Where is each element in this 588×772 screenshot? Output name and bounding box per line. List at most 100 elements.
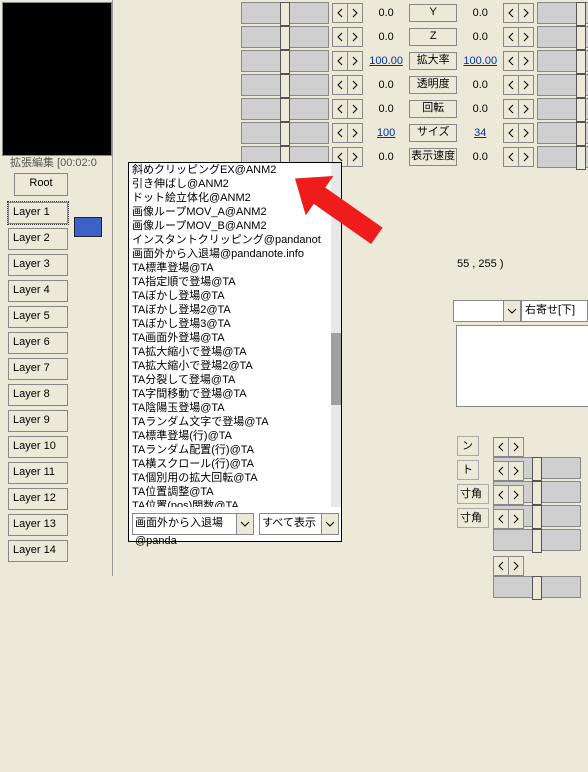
effect-dropdown-popup[interactable]: 斜めクリッピングEX@ANM2引き伸ばし@ANM2ドット絵立体化@ANM2画像ル…: [128, 162, 342, 542]
param-label[interactable]: サイズ: [409, 124, 457, 142]
layer-button-4[interactable]: Layer 4: [8, 280, 68, 302]
popup-item[interactable]: 引き伸ばし@ANM2: [129, 177, 331, 191]
arrow-right-icon[interactable]: [518, 147, 534, 167]
arrow-right-icon[interactable]: [508, 437, 524, 457]
param-label[interactable]: 透明度: [409, 76, 457, 94]
chevron-down-icon[interactable]: [503, 301, 520, 321]
combo-unknown[interactable]: [453, 300, 521, 322]
layer-button-12[interactable]: Layer 12: [8, 488, 68, 510]
popup-item[interactable]: ドット絵立体化@ANM2: [129, 191, 331, 205]
slider-left[interactable]: [241, 98, 329, 120]
slider-right[interactable]: [537, 146, 588, 168]
slider-right[interactable]: [537, 2, 588, 24]
value-right[interactable]: 0.0: [460, 7, 500, 20]
arrow-left-icon[interactable]: [332, 99, 348, 119]
popup-item[interactable]: TAランダム文字で登場@TA: [129, 415, 331, 429]
value-left[interactable]: 0.0: [366, 79, 406, 92]
param-label[interactable]: 拡大率: [409, 52, 457, 70]
arrow-right-icon[interactable]: [347, 27, 363, 47]
slider-left[interactable]: [241, 50, 329, 72]
layer-button-2[interactable]: Layer 2: [8, 228, 68, 250]
arrow-right-icon[interactable]: [518, 51, 534, 71]
popup-item[interactable]: TA拡大縮小で登場2@TA: [129, 359, 331, 373]
btn-small-1[interactable]: ン: [457, 436, 479, 456]
arrow-left-icon[interactable]: [332, 51, 348, 71]
btn-kaku-2[interactable]: 寸角: [457, 508, 489, 528]
text-area[interactable]: [456, 325, 588, 407]
popup-item[interactable]: TA字間移動で登場@TA: [129, 387, 331, 401]
popup-item[interactable]: TA分裂して登場@TA: [129, 373, 331, 387]
value-left[interactable]: 0.0: [366, 31, 406, 44]
param-label[interactable]: 回転: [409, 100, 457, 118]
value-right[interactable]: 0.0: [460, 103, 500, 116]
layer-button-1[interactable]: Layer 1: [8, 202, 68, 224]
arrow-left-icon[interactable]: [503, 3, 519, 23]
btn-kaku-1[interactable]: 寸角: [457, 484, 489, 504]
value-left[interactable]: 0.0: [366, 151, 406, 164]
layer-button-13[interactable]: Layer 13: [8, 514, 68, 536]
arrow-left-icon[interactable]: [503, 147, 519, 167]
root-button[interactable]: Root: [14, 173, 68, 196]
layer-button-14[interactable]: Layer 14: [8, 540, 68, 562]
chevron-down-icon[interactable]: [236, 514, 253, 534]
slider-left[interactable]: [241, 74, 329, 96]
layer-button-8[interactable]: Layer 8: [8, 384, 68, 406]
value-right[interactable]: 100.00: [460, 55, 500, 68]
slider-left[interactable]: [241, 122, 329, 144]
arrow-left-icon[interactable]: [493, 437, 509, 457]
arrow-right-icon[interactable]: [518, 3, 534, 23]
arrow-left-icon[interactable]: [503, 123, 519, 143]
arrow-left-icon[interactable]: [332, 27, 348, 47]
value-right[interactable]: 0.0: [460, 151, 500, 164]
arrow-right-icon[interactable]: [347, 123, 363, 143]
slider-right[interactable]: [537, 74, 588, 96]
arrow-left-icon[interactable]: [503, 75, 519, 95]
popup-item[interactable]: TAぼかし登場3@TA: [129, 317, 331, 331]
arrow-right-icon[interactable]: [347, 3, 363, 23]
popup-item[interactable]: インスタントクリッピング@pandanot: [129, 233, 331, 247]
arrow-right-icon[interactable]: [347, 75, 363, 95]
effect-combo-filter[interactable]: すべて表示: [259, 513, 339, 535]
param-label[interactable]: Z: [409, 28, 457, 46]
effect-combo-current[interactable]: 画面外から入退場@panda: [132, 513, 254, 535]
arrow-right-icon[interactable]: [347, 147, 363, 167]
popup-item[interactable]: TA個別用の拡大回転@TA: [129, 471, 331, 485]
popup-scrollbar[interactable]: [331, 163, 341, 507]
layer-button-9[interactable]: Layer 9: [8, 410, 68, 432]
arrow-right-icon[interactable]: [347, 99, 363, 119]
value-left[interactable]: 0.0: [366, 7, 406, 20]
value-right[interactable]: 0.0: [460, 79, 500, 92]
value-left[interactable]: 0.0: [366, 103, 406, 116]
popup-item[interactable]: 画像ループMOV_A@ANM2: [129, 205, 331, 219]
arrow-right-icon[interactable]: [518, 27, 534, 47]
popup-item[interactable]: TAぼかし登場@TA: [129, 289, 331, 303]
arrow-right-icon[interactable]: [518, 123, 534, 143]
arrow-left-icon[interactable]: [332, 123, 348, 143]
popup-item[interactable]: TA陰陽玉登場@TA: [129, 401, 331, 415]
layer-button-5[interactable]: Layer 5: [8, 306, 68, 328]
slider-right[interactable]: [537, 122, 588, 144]
value-left[interactable]: 100.00: [366, 55, 406, 68]
arrow-left-icon[interactable]: [332, 75, 348, 95]
slider-right[interactable]: [537, 98, 588, 120]
arrow-left-icon[interactable]: [503, 51, 519, 71]
arrow-left-icon[interactable]: [503, 27, 519, 47]
arrow-right-icon[interactable]: [518, 99, 534, 119]
popup-item[interactable]: 斜めクリッピングEX@ANM2: [129, 163, 331, 177]
arrow-left-icon[interactable]: [332, 3, 348, 23]
layer-button-10[interactable]: Layer 10: [8, 436, 68, 458]
slider-r-4[interactable]: [493, 509, 587, 551]
slider-left[interactable]: [241, 26, 329, 48]
value-right[interactable]: 34: [460, 127, 500, 140]
arrow-right-icon[interactable]: [518, 75, 534, 95]
slider-right[interactable]: [537, 26, 588, 48]
popup-item[interactable]: TA画面外登場@TA: [129, 331, 331, 345]
popup-item[interactable]: TAぼかし登場2@TA: [129, 303, 331, 317]
popup-item[interactable]: TA位置調整@TA: [129, 485, 331, 499]
popup-item[interactable]: 画面外から入退場@pandanote.info: [129, 247, 331, 261]
slider-right[interactable]: [537, 50, 588, 72]
arrow-left-icon[interactable]: [503, 99, 519, 119]
layer-button-3[interactable]: Layer 3: [8, 254, 68, 276]
popup-item[interactable]: TA拡大縮小で登場@TA: [129, 345, 331, 359]
layer-button-11[interactable]: Layer 11: [8, 462, 68, 484]
